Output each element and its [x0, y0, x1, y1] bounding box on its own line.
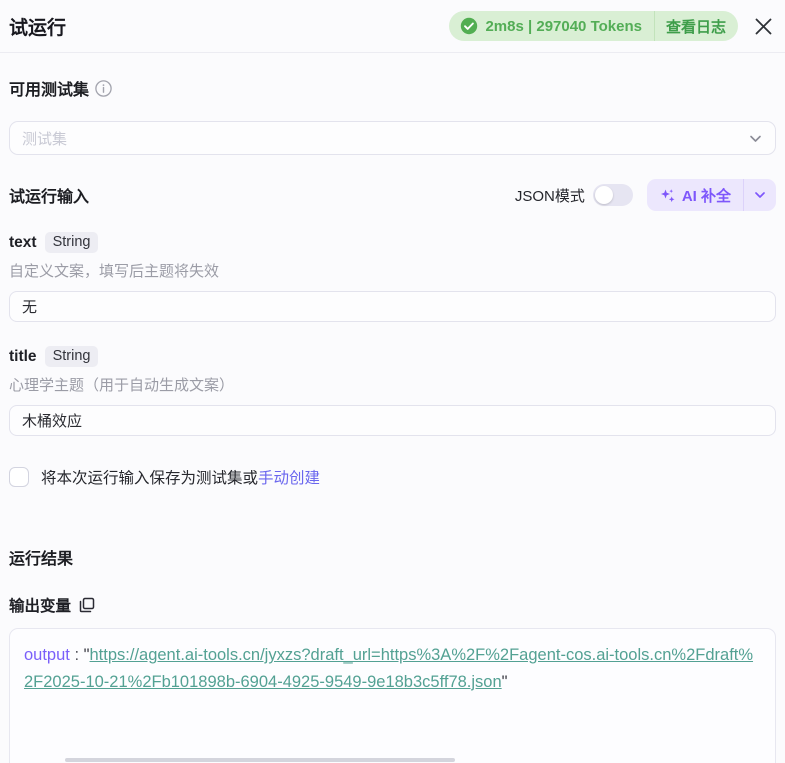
page-title: 试运行: [9, 17, 67, 39]
output-colon: :: [69, 646, 84, 664]
info-icon[interactable]: [95, 79, 112, 97]
save-testset-text: 将本次运行输入保存为测试集或手动创建: [41, 470, 321, 487]
output-key: output: [24, 646, 70, 664]
field-title-input[interactable]: [9, 405, 776, 436]
run-input-section-title: 试运行输入: [9, 189, 90, 206]
status-stats-text: 2m8s | 297040 Tokens: [485, 17, 642, 35]
ai-complete-button-group: AI 补全: [646, 179, 776, 211]
testset-label-row: 可用测试集: [9, 76, 776, 100]
header: 试运行 2m8s | 297040 Tokens 查看日志: [0, 0, 785, 53]
close-icon[interactable]: [754, 17, 773, 36]
field-text: text String 自定义文案，填写后主题将失效: [9, 232, 776, 322]
json-mode-toggle[interactable]: [592, 184, 633, 206]
status-badge: 2m8s | 297040 Tokens 查看日志: [449, 11, 738, 41]
output-json-line: output : "https://agent.ai-tools.cn/jyxz…: [24, 642, 761, 696]
field-title-name: title: [9, 347, 37, 365]
status-stats: 2m8s | 297040 Tokens: [449, 17, 654, 35]
output-variables-label: 输出变量: [9, 598, 72, 615]
field-title-description: 心理学主题（用于自动生成文案）: [9, 377, 235, 394]
ai-complete-label: AI 补全: [681, 187, 731, 205]
sparkle-icon: [659, 187, 676, 204]
field-text-type-badge: String: [44, 232, 99, 253]
testset-select-placeholder: 测试集: [22, 130, 68, 148]
run-input-header-row: 试运行输入 JSON模式 AI 补全: [9, 179, 776, 211]
result-section-title: 运行结果: [9, 551, 74, 568]
testset-section-title: 可用测试集: [9, 82, 90, 99]
success-check-icon: [460, 17, 478, 35]
output-url-link[interactable]: https://agent.ai-tools.cn/jyxzs?draft_ur…: [24, 646, 753, 691]
copy-icon[interactable]: [79, 597, 95, 613]
testset-select[interactable]: 测试集: [9, 121, 776, 155]
output-result-box: output : "https://agent.ai-tools.cn/jyxz…: [9, 628, 776, 763]
save-testset-checkbox[interactable]: [9, 467, 29, 487]
field-title: title String 心理学主题（用于自动生成文案）: [9, 346, 776, 436]
ai-complete-dropdown-button[interactable]: [744, 179, 776, 211]
chevron-down-icon: [748, 131, 763, 146]
output-close-quote: ": [501, 673, 508, 691]
output-label-row: 输出变量: [9, 594, 776, 616]
save-testset-row: 将本次运行输入保存为测试集或手动创建: [9, 466, 776, 488]
json-mode-control: JSON模式: [515, 184, 633, 206]
json-mode-label: JSON模式: [514, 187, 585, 205]
ai-complete-button[interactable]: AI 补全: [647, 179, 743, 211]
field-text-name: text: [9, 233, 37, 251]
toggle-knob: [594, 186, 613, 204]
horizontal-scrollbar-thumb[interactable]: [65, 758, 455, 762]
field-title-type-badge: String: [44, 346, 99, 367]
test-run-panel: 试运行 2m8s | 297040 Tokens 查看日志 可用测试集 测试集 …: [0, 0, 785, 763]
field-text-input[interactable]: [9, 291, 776, 322]
view-logs-button[interactable]: 查看日志: [655, 11, 738, 41]
field-text-description: 自定义文案，填写后主题将失效: [9, 263, 220, 280]
manual-create-link[interactable]: 手动创建: [258, 470, 320, 487]
horizontal-scrollbar[interactable]: [0, 758, 785, 763]
